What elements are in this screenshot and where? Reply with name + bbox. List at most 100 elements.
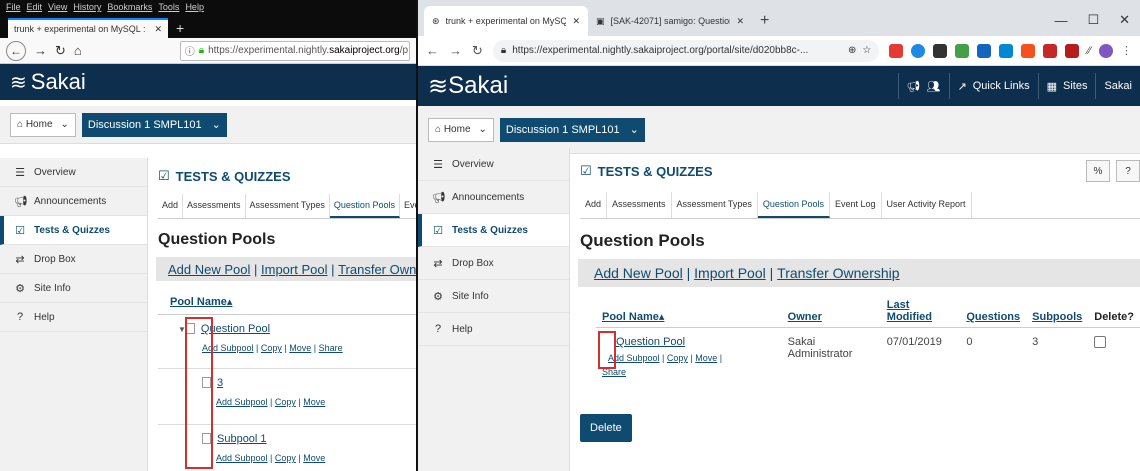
menu-history[interactable]: History (73, 2, 101, 14)
extension-icon[interactable] (1065, 43, 1080, 58)
tab-question-pools[interactable]: Question Pools (329, 194, 400, 218)
extension-icon[interactable] (933, 43, 948, 58)
site-button[interactable]: Discussion 1 SMPL101 ⌄ (81, 112, 227, 137)
url-bar[interactable]: ⓘ 🔒︎ https://experimental.nightly.sakaip… (179, 40, 410, 61)
tool-help[interactable]: ? Help (418, 313, 569, 346)
copy-link[interactable]: Copy (667, 353, 688, 363)
transfer-ownership-link[interactable]: Transfer Owne (338, 262, 416, 277)
help-icon[interactable]: ? (1116, 160, 1140, 182)
close-tab-icon[interactable]: ✕ (572, 16, 580, 27)
tab-question-pools[interactable]: Question Pools (757, 192, 830, 218)
tool-overview[interactable]: ☰ Overview (0, 158, 147, 187)
import-pool-link[interactable]: Import Pool (261, 262, 327, 277)
tool-site-info[interactable]: ⚙ Site Info (0, 274, 147, 303)
menu-file[interactable]: File (6, 2, 21, 14)
extension-icon[interactable] (889, 43, 904, 58)
tab-user-activity-report[interactable]: User Activity Report (882, 192, 972, 218)
tool-announcements[interactable]: 📢︎ Announcements (0, 187, 147, 216)
tab-event-log[interactable]: Event Log (830, 192, 882, 218)
site-button[interactable]: Discussion 1 SMPL101 ⌄ (499, 117, 645, 142)
extension-icon[interactable] (955, 43, 970, 58)
move-link[interactable]: Move (303, 453, 325, 463)
tool-site-info[interactable]: ⚙ Site Info (418, 280, 569, 313)
reload-icon[interactable]: ↻ (472, 43, 483, 59)
tab-assessments[interactable]: Assessments (607, 192, 672, 218)
menu-help[interactable]: Help (185, 2, 204, 14)
column-owner[interactable]: Owner (781, 299, 881, 328)
tool-tests-quizzes[interactable]: ☑ Tests & Quizzes (0, 216, 147, 245)
extension-icon[interactable] (1021, 43, 1036, 58)
info-icon[interactable]: ⓘ (185, 43, 195, 58)
tab-assessment-types[interactable]: Assessment Types (246, 194, 330, 218)
star-icon[interactable]: ☆ (862, 45, 871, 56)
transfer-ownership-link[interactable]: Transfer Ownership (777, 265, 899, 281)
tab-assessments[interactable]: Assessments (183, 194, 246, 218)
tab-assessment-types[interactable]: Assessment Types (672, 192, 758, 218)
copy-link[interactable]: Copy (261, 343, 282, 353)
minimize-icon[interactable]: — (1054, 13, 1067, 28)
reload-icon[interactable]: ↻ (55, 43, 66, 59)
profile-avatar[interactable] (1099, 43, 1113, 58)
close-window-icon[interactable]: ✕ (1119, 12, 1130, 28)
tool-drop-box[interactable]: ⇄ Drop Box (0, 245, 147, 274)
extension-icon[interactable] (1043, 43, 1058, 58)
zoom-icon[interactable]: ⊕ (848, 45, 856, 56)
quick-links-button[interactable]: ↗ Quick Links (948, 73, 1038, 99)
tab-event-log[interactable]: Eve (400, 194, 416, 218)
menu-view[interactable]: View (48, 2, 67, 14)
tab-add[interactable]: Add (580, 192, 608, 218)
notifications-button[interactable]: 📢︎ 👥︎ (897, 73, 949, 99)
browser-tab[interactable]: ▣ [SAK-42071] samigo: Question p ✕ (588, 6, 752, 36)
column-questions[interactable]: Questions (960, 299, 1027, 328)
home-button[interactable]: ⌂ Home ⌄ (428, 117, 494, 142)
close-tab-icon[interactable]: ✕ (736, 16, 744, 27)
sakai-logo-icon[interactable]: ≋ (10, 70, 27, 95)
delete-button[interactable]: Delete (580, 414, 632, 442)
tool-drop-box[interactable]: ⇄ Drop Box (418, 247, 569, 280)
sites-button[interactable]: ▦ Sites (1037, 73, 1096, 99)
copy-link[interactable]: Copy (275, 453, 296, 463)
extension-icon[interactable] (977, 43, 992, 58)
home-icon[interactable]: ⌂ (74, 43, 82, 58)
delete-checkbox[interactable] (1094, 336, 1107, 348)
import-pool-link[interactable]: Import Pool (694, 265, 766, 281)
pool-name-link[interactable]: Subpool 1 (217, 433, 267, 445)
back-icon[interactable]: ← (6, 40, 26, 61)
copy-link[interactable]: Copy (275, 397, 296, 407)
add-new-pool-link[interactable]: Add New Pool (168, 262, 250, 277)
extension-icon[interactable] (911, 43, 926, 58)
tool-help[interactable]: ? Help (0, 303, 147, 332)
tool-tests-quizzes[interactable]: ☑ Tests & Quizzes (418, 214, 569, 247)
pool-name-link[interactable]: 3 (217, 377, 223, 389)
back-icon[interactable]: ← (426, 43, 439, 58)
close-tab-icon[interactable]: ✕ (154, 24, 162, 35)
menu-dots-icon[interactable]: ⋮ (1121, 44, 1132, 57)
move-link[interactable]: Move (695, 353, 717, 363)
column-pool-name[interactable]: Pool Name▴ (158, 295, 416, 315)
menu-bookmarks[interactable]: Bookmarks (107, 2, 152, 14)
forward-icon[interactable]: → (34, 43, 47, 58)
code-icon[interactable]: ⁄⁄ (1087, 45, 1091, 57)
menu-tools[interactable]: Tools (158, 2, 179, 14)
user-menu[interactable]: Sakai (1095, 73, 1140, 99)
column-pool-name[interactable]: Pool Name▴ (596, 299, 782, 328)
add-subpool-link[interactable]: Add Subpool (216, 453, 268, 463)
extension-icon[interactable] (999, 43, 1014, 58)
column-last-modified[interactable]: Last Modified (880, 299, 961, 328)
browser-tab[interactable]: trunk + experimental on MySQL : D ✕ (8, 18, 168, 38)
column-subpools[interactable]: Subpools (1026, 299, 1089, 328)
tool-announcements[interactable]: 📢︎ Announcements (418, 181, 569, 214)
sakai-logo-text[interactable]: Sakai (31, 69, 86, 95)
pool-name-link[interactable]: Question Pool (616, 336, 685, 348)
move-link[interactable]: Move (289, 343, 311, 353)
forward-icon[interactable]: → (449, 43, 462, 58)
link-icon[interactable]: % (1086, 160, 1110, 182)
sakai-logo-text[interactable]: Sakai (448, 72, 508, 100)
home-button[interactable]: ⌂ Home ⌄ (10, 112, 76, 137)
new-tab-icon[interactable]: + (176, 20, 184, 36)
add-new-pool-link[interactable]: Add New Pool (594, 265, 683, 281)
add-subpool-link[interactable]: Add Subpool (216, 397, 268, 407)
tool-overview[interactable]: ☰ Overview (418, 148, 569, 181)
url-bar[interactable]: 🔒︎ https://experimental.nightly.sakaipro… (492, 39, 880, 62)
share-link[interactable]: Share (319, 343, 343, 353)
